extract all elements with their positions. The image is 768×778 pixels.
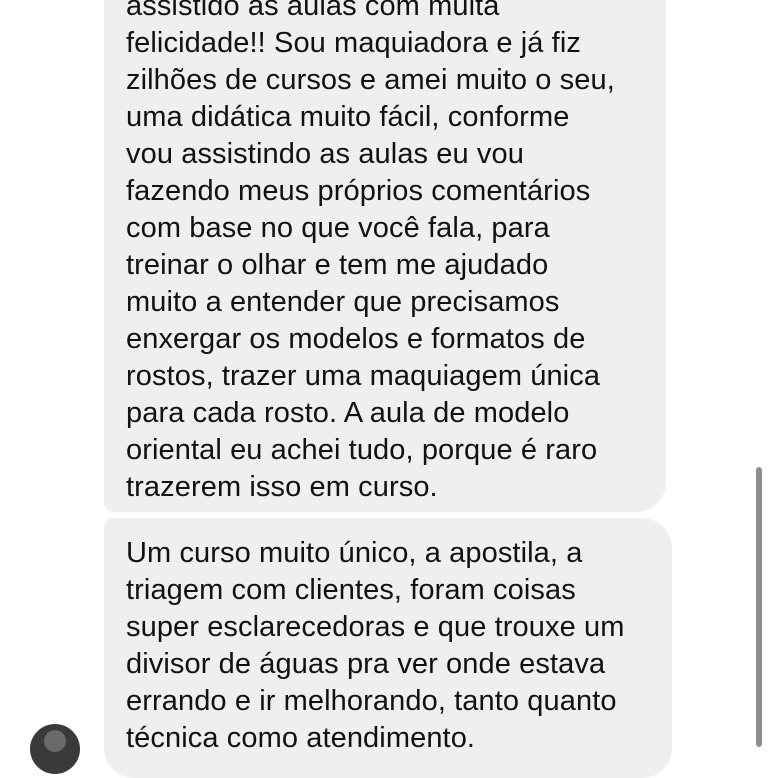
message-line: treinar o olhar e tem me ajudado <box>126 249 549 281</box>
message-line: enxergar os modelos e formatos de <box>126 323 586 355</box>
message-line: oriental eu achei tudo, porque é raro <box>126 434 598 466</box>
message-text: Um curso muito único, a apostila, a tria… <box>126 535 624 757</box>
message-line: felicidade!! Sou maquiadora e já fiz <box>126 27 581 59</box>
message-text: assistido as aulas com muita felicidade!… <box>126 0 615 506</box>
message-bubble[interactable]: assistido as aulas com muita felicidade!… <box>104 0 666 512</box>
message-line: Um curso muito único, a apostila, a <box>126 537 583 569</box>
message-line: triagem com clientes, foram coisas <box>126 574 576 606</box>
message-line: com base no que você fala, para <box>126 212 550 244</box>
chat-thread: assistido as aulas com muita felicidade!… <box>0 0 768 778</box>
avatar[interactable] <box>30 724 80 774</box>
scrollbar[interactable] <box>756 467 762 747</box>
message-line: vou assistindo as aulas eu vou <box>126 138 524 170</box>
message-line: assistido as aulas com muita <box>126 0 500 22</box>
message-line: trazerem isso em curso. <box>126 471 438 503</box>
message-line: errando e ir melhorando, tanto quanto <box>126 685 617 717</box>
message-line: muito a entender que precisamos <box>126 286 560 318</box>
message-line: zilhões de cursos e amei muito o seu, <box>126 64 615 96</box>
message-line: divisor de águas pra ver onde estava <box>126 648 606 680</box>
message-line: rostos, trazer uma maquiagem única <box>126 360 601 392</box>
message-line: uma didática muito fácil, conforme <box>126 101 570 133</box>
profile-photo-icon <box>44 730 66 752</box>
message-line: para cada rosto. A aula de modelo <box>126 397 570 429</box>
message-line: técnica como atendimento. <box>126 722 476 754</box>
message-line: super esclarecedoras e que trouxe um <box>126 611 625 643</box>
message-line: fazendo meus próprios comentários <box>126 175 591 207</box>
message-bubble[interactable]: Um curso muito único, a apostila, a tria… <box>104 518 672 778</box>
